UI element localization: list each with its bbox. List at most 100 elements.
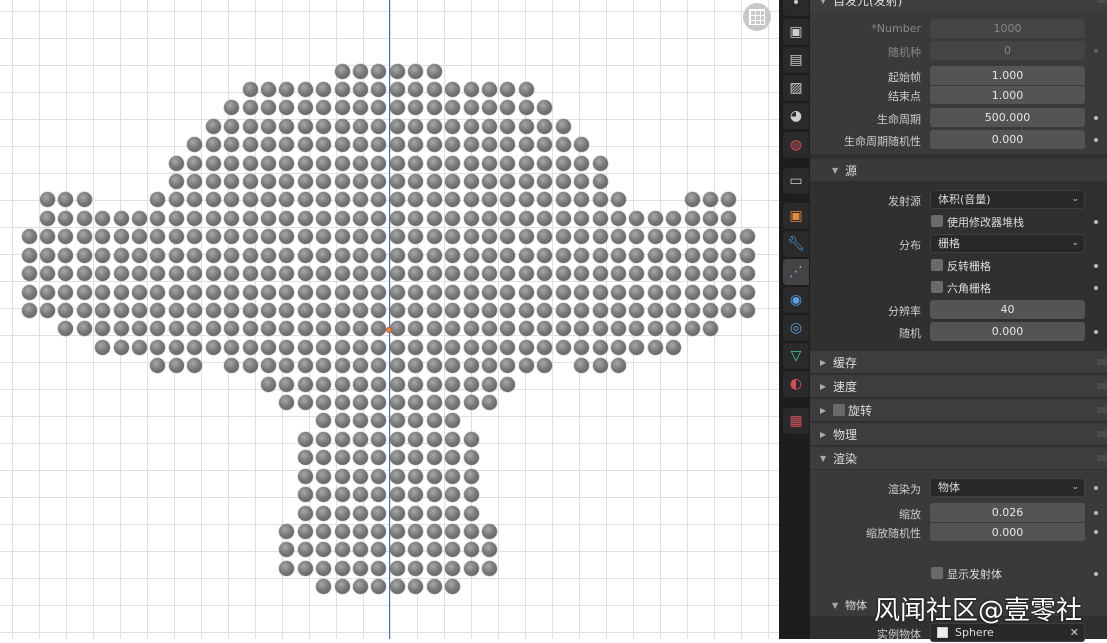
particle-sphere	[574, 284, 590, 300]
keyframe-dot[interactable]	[1094, 138, 1098, 142]
emit-from-label: 发射源	[888, 195, 921, 208]
tool-tab-icon[interactable]: •	[783, 0, 809, 16]
view-layer-tab-icon[interactable]: ▨	[783, 75, 809, 101]
physics-header[interactable]: ▶ 物理	[810, 423, 1107, 445]
particle-sphere	[21, 266, 37, 282]
particle-sphere	[426, 450, 442, 466]
particle-sphere	[334, 247, 350, 263]
particle-sphere	[279, 210, 295, 226]
particle-sphere	[297, 118, 313, 134]
particle-sphere	[371, 450, 387, 466]
grid-icon[interactable]	[743, 3, 771, 31]
render-header[interactable]: ▼ 渲染	[810, 447, 1107, 469]
source-header[interactable]: ▼ 源	[810, 159, 1107, 181]
object-tab-icon[interactable]: ▣	[783, 203, 809, 229]
keyframe-dot[interactable]	[1094, 49, 1098, 53]
hexagonal-grid-checkbox[interactable]	[931, 281, 943, 293]
texture-tab-icon[interactable]: ▦	[783, 408, 809, 434]
particle-sphere	[242, 321, 258, 337]
velocity-header[interactable]: ▶ 速度	[810, 375, 1107, 397]
keyframe-dot[interactable]	[1094, 264, 1098, 268]
particles-tab-icon[interactable]: ⋰	[783, 259, 809, 285]
particle-sphere	[353, 155, 369, 171]
lifetime-field[interactable]: 500.000	[930, 108, 1085, 127]
lifetime-random-field[interactable]: 0.000	[930, 130, 1085, 149]
particle-sphere	[279, 192, 295, 208]
particle-sphere	[58, 284, 74, 300]
particle-sphere	[371, 137, 387, 153]
particle-sphere	[205, 137, 221, 153]
distribution-dropdown[interactable]: 栅格 ⌄	[930, 234, 1085, 253]
keyframe-dot[interactable]	[1094, 330, 1098, 334]
world-tab-icon[interactable]: ◍	[783, 132, 809, 158]
emission-panel-header[interactable]: ▼ 自发元(发射)	[810, 0, 1107, 11]
keyframe-dot[interactable]	[1094, 511, 1098, 515]
particle-sphere	[371, 284, 387, 300]
frame-start-field[interactable]: 1.000	[930, 66, 1085, 85]
constraints-tab-icon[interactable]: ◎	[783, 315, 809, 341]
invert-grid-checkbox[interactable]	[931, 259, 943, 271]
render-as-dropdown[interactable]: 物体 ⌄	[930, 478, 1085, 497]
particle-sphere	[555, 155, 571, 171]
output-tab-icon[interactable]: ▤	[783, 47, 809, 73]
particle-sphere	[260, 192, 276, 208]
particle-sphere	[187, 321, 203, 337]
keyframe-dot[interactable]	[1094, 286, 1098, 290]
keyframe-dot[interactable]	[1094, 116, 1098, 120]
data-tab-icon[interactable]: ▽	[783, 343, 809, 369]
particle-sphere	[205, 339, 221, 355]
particle-sphere	[463, 358, 479, 374]
render-tab-icon[interactable]: ▣	[783, 19, 809, 45]
particle-sphere	[647, 284, 663, 300]
rotation-checkbox[interactable]	[833, 404, 845, 416]
particle-sphere	[279, 339, 295, 355]
particle-sphere	[353, 174, 369, 190]
modifier-wrench-icon[interactable]: 🔧︎	[783, 231, 809, 257]
particle-sphere	[555, 266, 571, 282]
physics-tab-icon[interactable]: ◉	[783, 287, 809, 313]
particle-sphere	[408, 229, 424, 245]
scale-field[interactable]: 0.026	[930, 503, 1085, 522]
particle-sphere	[353, 321, 369, 337]
keyframe-dot[interactable]	[1094, 220, 1098, 224]
number-field[interactable]: 1000	[930, 19, 1085, 38]
keyframe-dot[interactable]	[1094, 486, 1098, 490]
particle-sphere	[242, 192, 258, 208]
3d-viewport[interactable]	[0, 0, 779, 639]
emit-from-dropdown[interactable]: 体积(音量) ⌄	[930, 190, 1085, 209]
particle-sphere	[242, 247, 258, 263]
particle-sphere	[334, 487, 350, 503]
particle-sphere	[353, 376, 369, 392]
frame-end-field[interactable]: 1.000	[930, 85, 1085, 104]
particle-sphere	[684, 321, 700, 337]
particle-sphere	[279, 137, 295, 153]
keyframe-dot[interactable]	[1094, 572, 1098, 576]
particle-sphere	[353, 395, 369, 411]
particle-sphere	[463, 137, 479, 153]
object-origin[interactable]	[386, 327, 392, 333]
particle-sphere	[297, 339, 313, 355]
particle-sphere	[537, 339, 553, 355]
collection-tab-icon[interactable]: ▭	[783, 168, 809, 194]
particle-sphere	[58, 247, 74, 263]
random-label: 随机	[899, 327, 921, 340]
particle-sphere	[334, 321, 350, 337]
scene-tab-icon[interactable]: ◕	[783, 103, 809, 129]
particle-sphere	[297, 468, 313, 484]
particle-sphere	[297, 284, 313, 300]
rotation-header[interactable]: ▶ 旋转	[810, 399, 1107, 421]
show-emitter-checkbox[interactable]	[931, 567, 943, 579]
particle-sphere	[610, 302, 626, 318]
cache-header[interactable]: ▶ 缓存	[810, 351, 1107, 373]
material-tab-icon[interactable]: ◐	[783, 371, 809, 397]
keyframe-dot[interactable]	[1094, 530, 1098, 534]
random-field[interactable]: 0.000	[930, 322, 1085, 341]
use-modifier-stack-checkbox[interactable]	[931, 215, 943, 227]
scale-random-field[interactable]: 0.000	[930, 522, 1085, 541]
particle-sphere	[76, 210, 92, 226]
seed-field[interactable]: 0	[930, 41, 1085, 60]
particle-sphere	[95, 284, 111, 300]
resolution-field[interactable]: 40	[930, 300, 1085, 319]
particle-sphere	[334, 450, 350, 466]
particle-sphere	[426, 524, 442, 539]
